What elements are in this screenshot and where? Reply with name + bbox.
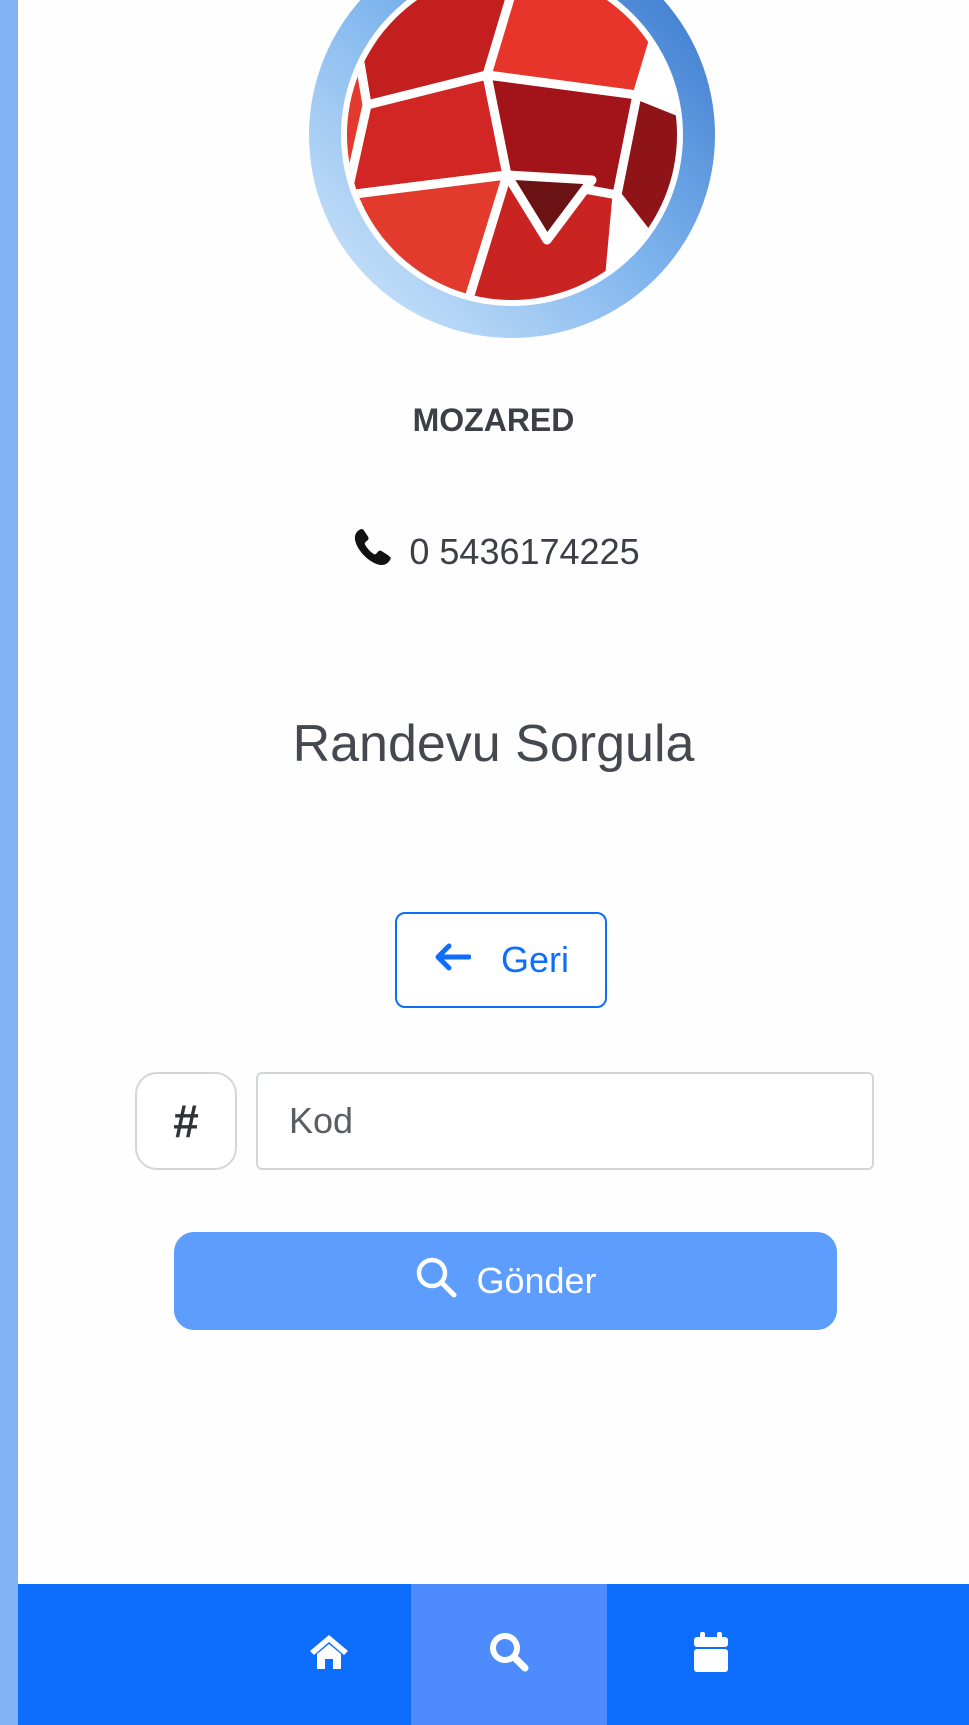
- main-panel: MOZARED 0 5436174225 Randevu Sorgula Ger…: [18, 0, 969, 1725]
- phone-icon: [347, 522, 395, 579]
- nav-search[interactable]: [411, 1584, 607, 1725]
- brand-name: MOZARED: [412, 402, 575, 438]
- code-input[interactable]: [256, 1072, 874, 1170]
- brand-logo: [307, 0, 717, 341]
- calendar-icon: [691, 1630, 731, 1679]
- nav-home[interactable]: [231, 1584, 427, 1725]
- send-button-label: Gönder: [476, 1260, 597, 1301]
- back-button-label: Geri: [500, 939, 569, 980]
- code-prefix-addon: #: [135, 1072, 237, 1170]
- search-icon: [487, 1630, 531, 1679]
- back-button[interactable]: Geri: [395, 912, 607, 1008]
- arrow-left-icon: [433, 939, 472, 981]
- send-button[interactable]: Gönder: [174, 1232, 837, 1330]
- phone-number-row[interactable]: 0 5436174225: [18, 522, 969, 579]
- home-icon: [307, 1632, 351, 1677]
- search-icon: [414, 1255, 458, 1308]
- phone-number: 0 5436174225: [409, 531, 640, 572]
- nav-calendar[interactable]: [613, 1584, 809, 1725]
- bottom-nav: [18, 1584, 969, 1725]
- page-title: Randevu Sorgula: [292, 715, 695, 773]
